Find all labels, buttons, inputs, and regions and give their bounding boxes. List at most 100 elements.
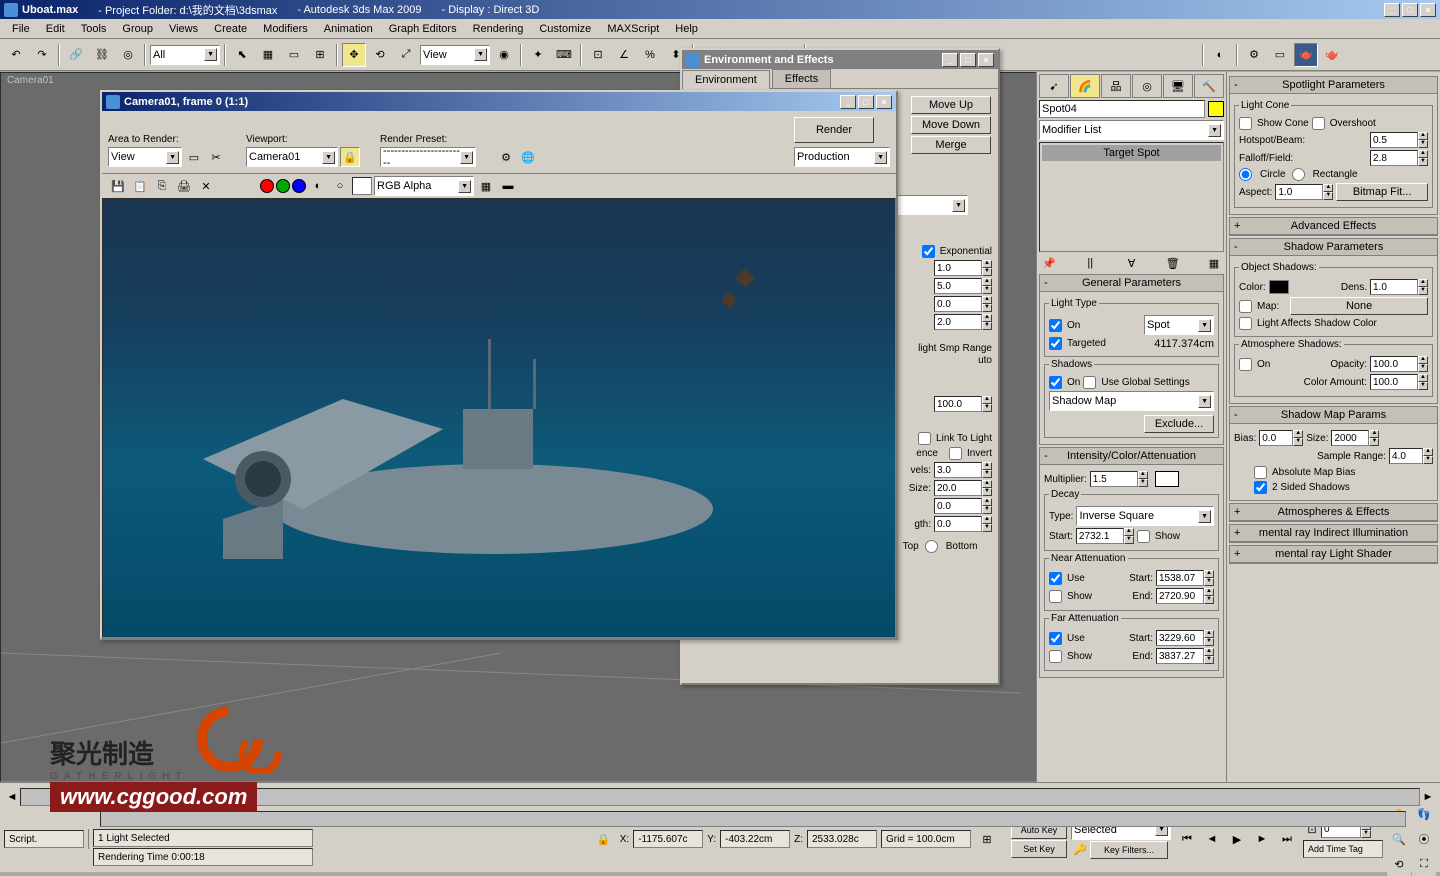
add-time-tag[interactable]: Add Time Tag <box>1303 840 1383 858</box>
crop-icon-button[interactable]: ✂ <box>206 147 226 167</box>
show-cone-checkbox[interactable] <box>1239 117 1252 130</box>
menu-views[interactable]: Views <box>161 21 206 37</box>
modifier-stack[interactable]: Target Spot <box>1039 142 1224 252</box>
far-start-spinner[interactable]: ▲▼ <box>1156 630 1214 646</box>
multiplier-spinner[interactable]: ▲▼ <box>1090 471 1148 487</box>
bg-color-swatch[interactable] <box>352 177 372 195</box>
material-editor-button[interactable]: ◐ <box>1208 43 1232 67</box>
far-end-spinner[interactable]: ▲▼ <box>1156 648 1214 664</box>
aspect-spinner[interactable]: ▲▼ <box>1275 184 1333 200</box>
bind-button[interactable]: ◎ <box>116 43 140 67</box>
undo-button[interactable]: ↶ <box>4 43 28 67</box>
shadow-map-head[interactable]: Shadow Map Params <box>1230 407 1437 424</box>
modify-tab[interactable]: 🌈 <box>1070 74 1100 98</box>
move-button[interactable]: ✥ <box>342 43 366 67</box>
key-icon-button[interactable]: 🔑 <box>1071 841 1089 859</box>
nav-zoom-button[interactable]: 🔍 <box>1387 827 1411 851</box>
timeline-left-button[interactable]: ◄ <box>4 789 20 805</box>
link-light-checkbox[interactable] <box>918 432 931 445</box>
render-setup-icon-button[interactable]: ⚙ <box>496 147 516 167</box>
production-dropdown[interactable]: Production <box>794 147 890 167</box>
near-show-checkbox[interactable] <box>1049 590 1062 603</box>
motion-tab[interactable]: ◎ <box>1132 74 1162 98</box>
decay-type-dropdown[interactable]: Inverse Square <box>1076 506 1214 526</box>
merge-button[interactable]: Merge <box>911 136 991 154</box>
viewport-dropdown[interactable]: Camera01 <box>246 147 338 167</box>
menu-customize[interactable]: Customize <box>531 21 599 37</box>
quick-render-button[interactable]: 🫖 <box>1294 43 1318 67</box>
env-val3-spinner[interactable]: ▲▼ <box>934 296 992 312</box>
adv-effects-head[interactable]: Advanced Effects <box>1230 218 1437 235</box>
configure-button[interactable]: ▦ <box>1204 254 1224 272</box>
show-result-button[interactable]: || <box>1080 254 1100 272</box>
mr-shader-head[interactable]: mental ray Light Shader <box>1230 546 1437 563</box>
red-channel-button[interactable] <box>260 179 274 193</box>
green-channel-button[interactable] <box>276 179 290 193</box>
channel-dropdown[interactable]: RGB Alpha <box>374 176 474 196</box>
mr-indirect-head[interactable]: mental ray Indirect Illumination <box>1230 525 1437 542</box>
shadow-params-head[interactable]: Shadow Parameters <box>1230 239 1437 256</box>
display-tab[interactable]: 🖥 <box>1163 74 1193 98</box>
remove-mod-button[interactable]: 🗑 <box>1163 254 1183 272</box>
near-use-checkbox[interactable] <box>1049 572 1062 585</box>
atm-effects-head[interactable]: Atmospheres & Effects <box>1230 504 1437 521</box>
select-name-button[interactable]: ▦ <box>256 43 280 67</box>
global-settings-checkbox[interactable] <box>1083 376 1096 389</box>
move-down-button[interactable]: Move Down <box>911 116 991 134</box>
time-ruler[interactable] <box>100 811 1406 827</box>
far-show-checkbox[interactable] <box>1049 650 1062 663</box>
effects-tab[interactable]: Effects <box>772 69 831 88</box>
preset-dropdown[interactable]: ----------------------- <box>380 147 476 167</box>
light-on-checkbox[interactable] <box>1049 319 1062 332</box>
general-params-head[interactable]: General Parameters <box>1040 275 1223 292</box>
minimize-button[interactable]: _ <box>1384 3 1400 17</box>
y-coord[interactable]: -403.22cm <box>720 830 790 848</box>
bottom-radio[interactable] <box>925 540 938 553</box>
menu-grapheditors[interactable]: Graph Editors <box>381 21 465 37</box>
render-minimize-button[interactable]: _ <box>840 95 856 109</box>
menu-help[interactable]: Help <box>667 21 706 37</box>
shadow-map-button[interactable]: None <box>1290 297 1428 315</box>
render-setup-button[interactable]: ⚙ <box>1242 43 1266 67</box>
menu-group[interactable]: Group <box>114 21 161 37</box>
menu-edit[interactable]: Edit <box>38 21 73 37</box>
light-type-dropdown[interactable]: Spot <box>1144 315 1214 335</box>
ref-coord-dropdown[interactable]: View <box>420 45 490 65</box>
invert-checkbox[interactable] <box>949 447 962 460</box>
save-image-button[interactable]: 💾 <box>108 176 128 196</box>
angle-snap-button[interactable]: ∠ <box>612 43 636 67</box>
center-button[interactable]: ◉ <box>492 43 516 67</box>
env-dropdown-4[interactable]: 4 <box>888 195 968 215</box>
key-filters-button[interactable]: Key Filters... <box>1090 841 1168 859</box>
exponential-checkbox[interactable] <box>922 245 935 258</box>
affects-color-checkbox[interactable] <box>1239 317 1252 330</box>
decay-show-checkbox[interactable] <box>1137 530 1150 543</box>
env-icon-button[interactable]: 🌐 <box>518 147 538 167</box>
selection-filter-dropdown[interactable]: All <box>150 45 220 65</box>
far-use-checkbox[interactable] <box>1049 632 1062 645</box>
spotlight-head[interactable]: Spotlight Parameters <box>1230 77 1437 94</box>
menu-create[interactable]: Create <box>206 21 255 37</box>
goto-end-button[interactable]: ⏭ <box>1275 827 1299 851</box>
utilities-tab[interactable]: 🔨 <box>1194 74 1224 98</box>
env-val2-spinner[interactable]: ▲▼ <box>934 278 992 294</box>
targeted-checkbox[interactable] <box>1049 337 1062 350</box>
atm-on-checkbox[interactable] <box>1239 358 1252 371</box>
area-dropdown[interactable]: View <box>108 147 182 167</box>
env-size-spinner[interactable]: ▲▼ <box>934 480 992 496</box>
menu-animation[interactable]: Animation <box>316 21 381 37</box>
create-tab[interactable]: ➹ <box>1039 74 1069 98</box>
teapot-button[interactable]: 🫖 <box>1320 43 1344 67</box>
clear-button[interactable]: ✕ <box>196 176 216 196</box>
menu-tools[interactable]: Tools <box>73 21 115 37</box>
region-icon-button[interactable]: ▭ <box>184 147 204 167</box>
render-close-button[interactable]: × <box>876 95 892 109</box>
env-val4-spinner[interactable]: ▲▼ <box>934 314 992 330</box>
set-key-button[interactable]: Set Key <box>1011 840 1067 858</box>
density-spinner[interactable]: ▲▼ <box>1370 279 1428 295</box>
menu-modifiers[interactable]: Modifiers <box>255 21 316 37</box>
exclude-button[interactable]: Exclude... <box>1144 415 1214 433</box>
environment-tab[interactable]: Environment <box>682 70 770 89</box>
blue-channel-button[interactable] <box>292 179 306 193</box>
nav-maximize-button[interactable]: ⛶ <box>1412 852 1436 876</box>
